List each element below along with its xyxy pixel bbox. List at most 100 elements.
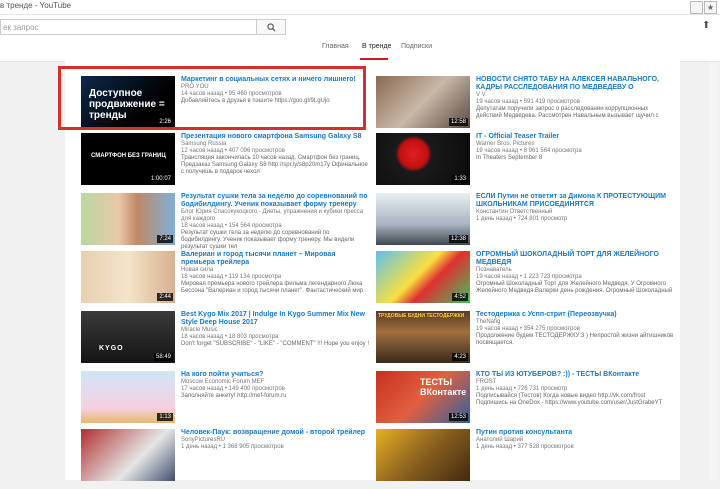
scrollbar[interactable]	[709, 62, 718, 480]
duration-badge: 1:13	[157, 413, 173, 421]
channel-name[interactable]: SonyPicturesRU	[181, 437, 371, 444]
video-stats: 1 день назад • 724 801 просмотр	[476, 216, 568, 222]
duration-badge: 4:52	[452, 293, 468, 301]
video-stats: 18 часов назад • 119 134 просмотра	[181, 274, 282, 280]
video-description: In Theaters September 8	[476, 155, 543, 161]
video-item[interactable]: 12:38 ЕСЛИ Путин не ответит за Димона К …	[376, 193, 676, 253]
channel-name[interactable]: Warner Bros. Pictures	[476, 141, 674, 148]
video-description: Трансляция закончилась 10 часов назад. С…	[181, 155, 368, 175]
video-thumbnail[interactable]: 1:13	[81, 371, 175, 423]
channel-name[interactable]: V V	[476, 92, 674, 99]
window-button[interactable]	[690, 1, 703, 14]
channel-name[interactable]: Анатолий Шарий	[476, 437, 674, 444]
video-description: Результат сушки тела за неделю до соревн…	[181, 230, 355, 250]
tab-subscriptions[interactable]: Подписки	[401, 43, 432, 50]
browser-title-bar: в тренде - YouTube ★	[0, 0, 720, 15]
video-stats: 18 часов назад • 18 803 просмотра	[181, 334, 279, 340]
video-title[interactable]: ЕСЛИ Путин не ответит за Димона К ПРОТЕС…	[476, 193, 674, 209]
video-description: Огромный Шоколадный Торт для Желейного М…	[476, 281, 673, 294]
video-thumbnail[interactable]: 12:38	[376, 193, 470, 245]
video-title[interactable]: Презентация нового смартфона Samsung Gal…	[181, 133, 371, 141]
tab-trending[interactable]: В тренде	[362, 43, 391, 50]
video-item[interactable]: 1:33 IT - Official Teaser Trailer Warner…	[376, 133, 676, 193]
video-title[interactable]: Валериан и город тысячи планет – Мировая…	[181, 251, 371, 267]
channel-name[interactable]: Познаватель	[476, 267, 674, 274]
channel-name[interactable]: Блог Юрия Спасокукоцкого - Диеты, упражн…	[181, 209, 371, 223]
duration-badge: 7:24	[157, 235, 173, 243]
video-title[interactable]: КТО ТЫ ИЗ ЮТУБЕРОВ? :)) - ТЕСТЫ ВКонтакт…	[476, 371, 674, 379]
video-thumbnail[interactable]	[81, 429, 175, 481]
video-item[interactable]: 7:24 Результат сушки тела за неделю до с…	[81, 193, 371, 253]
video-thumbnail[interactable]: 2:44	[81, 251, 175, 303]
video-thumbnail[interactable]: ТРУДОВЫЕ БУДНИ ТЕСТОДЕРЖКИ 4:23	[376, 311, 470, 363]
magnifier-icon	[266, 23, 276, 32]
thumbnail-caption: ТЕСТЫ ВКонтакте	[420, 377, 467, 397]
video-description: Don't forget "SUBSCRIBE" - "LIKE" - "COM…	[181, 341, 369, 347]
video-item[interactable]: ТЕСТЫ ВКонтакте 12:53 КТО ТЫ ИЗ ЮТУБЕРОВ…	[376, 371, 676, 431]
video-item[interactable]: KYGO 58:49 Best Kygo Mix 2017 | Indulge …	[81, 311, 371, 371]
video-item[interactable]: ТРУДОВЫЕ БУДНИ ТЕСТОДЕРЖКИ 4:23 Тестодер…	[376, 311, 676, 371]
video-stats: 1 день назад • 377 528 просмотров	[476, 444, 574, 450]
video-title[interactable]: На кого пойти учиться?	[181, 371, 371, 379]
video-thumbnail[interactable]: 1:33	[376, 133, 470, 185]
video-stats: 18 часов назад • 154 564 просмотра	[181, 223, 282, 229]
search-input[interactable]: ек запрос	[0, 19, 256, 35]
video-description: Подписывайся (Тестов) Когда новые видео …	[476, 393, 663, 406]
duration-badge: 1:00:07	[148, 175, 173, 183]
video-title[interactable]: Человек-Паук: возвращение домой - второй…	[181, 429, 371, 437]
duration-badge: 12:58	[448, 118, 468, 126]
window-title: в тренде - YouTube	[0, 1, 72, 10]
duration-badge: 1:33	[452, 175, 468, 183]
thumbnail-caption: ТРУДОВЫЕ БУДНИ ТЕСТОДЕРЖКИ	[378, 313, 465, 319]
video-title[interactable]: Путин против консультанта	[476, 429, 674, 437]
video-stats: 19 часов назад • 8 961 564 просмотра	[476, 148, 582, 154]
video-stats: 19 часов назад • 591 419 просмотров	[476, 99, 580, 105]
video-item[interactable]: СМАРТФОН БЕЗ ГРАНИЦ 1:00:07 Презентация …	[81, 133, 371, 193]
video-title[interactable]: Результат сушки тела за неделю до соревн…	[181, 193, 371, 209]
thumbnail-caption: KYGO	[99, 345, 124, 352]
video-title[interactable]: ОГРОМНЫЙ ШОКОЛАДНЫЙ ТОРТ ДЛЯ ЖЕЛЕЙНОГО М…	[476, 251, 674, 267]
feed-tabs: Главная В тренде Подписки	[0, 39, 720, 62]
active-tab-indicator	[360, 58, 388, 60]
video-stats: 19 часов назад • 354 275 просмотров	[476, 326, 580, 332]
channel-name[interactable]: Константин Ответственный	[476, 209, 674, 216]
video-title[interactable]: Тестодержка с Успп-стрит (Переозвучка)	[476, 311, 674, 319]
channel-name[interactable]: Samsung Russia	[181, 141, 371, 148]
video-thumbnail[interactable]: KYGO 58:49	[81, 311, 175, 363]
video-thumbnail[interactable]: ТЕСТЫ ВКонтакте 12:53	[376, 371, 470, 423]
bookmark-star-icon[interactable]: ★	[704, 1, 717, 14]
video-description: Заполняйте анкету! http://mef-forum.ru	[181, 393, 287, 399]
video-item[interactable]: 12:58 НОВОСТИ СНЯТО ТАБУ НА АЛЕКСЕЯ НАВА…	[376, 76, 676, 136]
video-stats: 12 часов назад • 407 096 просмотров	[181, 148, 285, 154]
video-stats: 19 часов назад • 1 223 723 просмотра	[476, 274, 582, 280]
video-title[interactable]: Best Kygo Mix 2017 | Indulge In Kygo Sum…	[181, 311, 371, 327]
duration-badge: 12:38	[448, 235, 468, 243]
search-button[interactable]	[256, 19, 286, 35]
video-item[interactable]: 1:13 На кого пойти учиться? Moscow Econo…	[81, 371, 371, 431]
video-item[interactable]: 4:52 ОГРОМНЫЙ ШОКОЛАДНЫЙ ТОРТ ДЛЯ ЖЕЛЕЙН…	[376, 251, 676, 311]
video-thumbnail[interactable]: 7:24	[81, 193, 175, 245]
channel-name[interactable]: TheNafig	[476, 319, 674, 326]
video-title[interactable]: НОВОСТИ СНЯТО ТАБУ НА АЛЕКСЕЯ НАВАЛЬНОГО…	[476, 76, 674, 92]
video-item[interactable]: Человек-Паук: возвращение домой - второй…	[81, 429, 371, 489]
video-thumbnail[interactable]: 12:58	[376, 76, 470, 128]
video-item[interactable]: 2:44 Валериан и город тысячи планет – Ми…	[81, 251, 371, 311]
thumbnail-caption: СМАРТФОН БЕЗ ГРАНИЦ	[91, 153, 166, 159]
duration-badge: 2:44	[157, 293, 173, 301]
video-thumbnail[interactable]	[376, 429, 470, 481]
video-thumbnail[interactable]: 4:52	[376, 251, 470, 303]
channel-name[interactable]: Новая сила	[181, 267, 371, 274]
video-item[interactable]: Путин против консультанта Анатолий Шарий…	[376, 429, 676, 489]
video-stats: 1 день назад • 1 368 905 просмотров	[181, 444, 284, 450]
channel-name[interactable]: Moscow Economic Forum MEF	[181, 379, 371, 386]
channel-name[interactable]: FROST	[476, 379, 674, 386]
masthead: ек запрос ⬆	[0, 15, 720, 39]
video-stats: 1 день назад • 726 731 просмотр	[476, 386, 568, 392]
video-thumbnail[interactable]: СМАРТФОН БЕЗ ГРАНИЦ 1:00:07	[81, 133, 175, 185]
upload-icon[interactable]: ⬆	[702, 20, 710, 31]
tab-home[interactable]: Главная	[322, 43, 349, 50]
video-stats: 17 часов назад • 149 400 просмотров	[181, 386, 285, 392]
video-title[interactable]: IT - Official Teaser Trailer	[476, 133, 674, 141]
channel-name[interactable]: Miracle Music	[181, 327, 371, 334]
video-description: Продолжение будем ТЕСТОДЕРЖКУ:3 ) Непрос…	[476, 333, 674, 346]
